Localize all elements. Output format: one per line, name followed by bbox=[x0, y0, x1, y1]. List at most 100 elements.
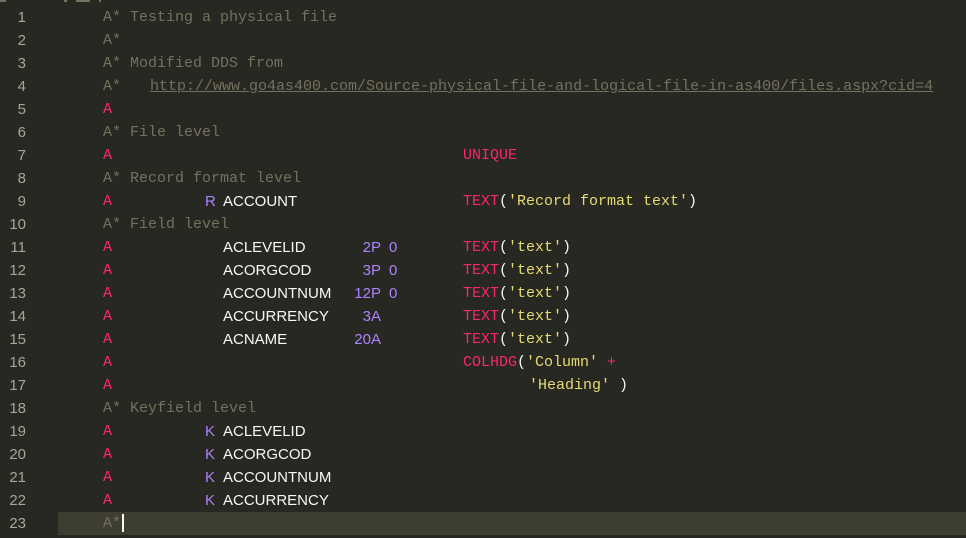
string-literal: 'Record format text' bbox=[508, 193, 689, 210]
field-decimals: 0 bbox=[389, 239, 398, 256]
code-line[interactable]: 14 A ACCURRENCY 3A TEXT('text') bbox=[0, 305, 966, 328]
field-name: ACCOUNT bbox=[223, 193, 298, 210]
line-number: 6 bbox=[17, 124, 26, 141]
line-number: 11 bbox=[10, 239, 26, 256]
field-name: ACLEVELID bbox=[223, 423, 306, 440]
dds-keyword: TEXT bbox=[463, 239, 500, 256]
line-number: 20 bbox=[9, 446, 26, 463]
code-editor[interactable]: 1 A* Testing a physical file 2 A* 3 A* Modifi… bbox=[0, 0, 966, 538]
close-paren: ) bbox=[619, 377, 629, 394]
record-type: K bbox=[205, 492, 216, 509]
line-number: 3 bbox=[17, 55, 26, 72]
dds-keyword: TEXT bbox=[463, 262, 500, 279]
spec-letter: A bbox=[103, 331, 113, 348]
string-literal: 'Heading' bbox=[529, 377, 611, 394]
line-number: 15 bbox=[9, 331, 26, 348]
dds-keyword: COLHDG bbox=[463, 354, 518, 371]
field-length: 2P bbox=[362, 239, 381, 256]
comment-spec: A* bbox=[103, 400, 122, 417]
line-number: 10 bbox=[9, 216, 26, 233]
line-number: 1 bbox=[17, 9, 26, 26]
comment-spec: A* bbox=[103, 515, 122, 532]
comment-spec: A* bbox=[103, 32, 122, 49]
open-paren: ( bbox=[499, 308, 509, 325]
comment-spec: A* bbox=[103, 216, 122, 233]
dds-keyword: TEXT bbox=[463, 193, 500, 210]
spec-letter: A bbox=[103, 193, 113, 210]
string-literal: 'Column' bbox=[526, 354, 599, 371]
code-line[interactable]: 10 A* Field level bbox=[0, 213, 966, 236]
code-line[interactable]: 18 A* Keyfield level bbox=[0, 397, 966, 420]
close-paren: ) bbox=[562, 331, 572, 348]
comment-text: Keyfield level bbox=[121, 400, 257, 417]
line-number: 21 bbox=[9, 469, 26, 486]
field-name: ACCURRENCY bbox=[223, 308, 329, 325]
field-length: 20A bbox=[354, 331, 381, 348]
field-length: 3A bbox=[362, 308, 381, 325]
field-decimals: 0 bbox=[389, 262, 398, 279]
source-url-link[interactable]: http://www.go4as400.com/Source-physical-… bbox=[150, 75, 933, 98]
comment-spec: A* bbox=[103, 9, 122, 26]
code-line[interactable]: 19 A K ACLEVELID bbox=[0, 420, 966, 443]
code-line[interactable]: 13 A ACCOUNTNUM 12P 0 TEXT('text') bbox=[0, 282, 966, 305]
code-line[interactable]: 2 A* bbox=[0, 29, 966, 52]
line-number: 8 bbox=[17, 170, 26, 187]
code-line[interactable]: 21 A K ACCOUNTNUM bbox=[0, 466, 966, 489]
record-type: K bbox=[205, 469, 216, 486]
spec-letter: A bbox=[103, 147, 113, 164]
field-length: 3P bbox=[362, 262, 381, 279]
line-number: 13 bbox=[9, 285, 26, 302]
spec-letter: A bbox=[103, 446, 113, 463]
code-line[interactable]: 17 A 'Heading') bbox=[0, 374, 966, 397]
spec-letter: A bbox=[103, 285, 113, 302]
code-line[interactable]: 4 A* http://www.go4as400.com/Source-physic… bbox=[0, 75, 966, 98]
code-line[interactable]: 23 A* bbox=[0, 512, 966, 535]
open-paren: ( bbox=[499, 193, 509, 210]
spec-letter: A bbox=[103, 262, 113, 279]
code-line[interactable]: 8 A* Record format level bbox=[0, 167, 966, 190]
comment-text: Testing a physical file bbox=[121, 9, 338, 26]
code-line[interactable]: 20 A K ACORGCOD bbox=[0, 443, 966, 466]
comment-text: Modified DDS from bbox=[121, 55, 284, 72]
code-line[interactable]: 1 A* Testing a physical file bbox=[0, 6, 966, 29]
comment-spec: A* bbox=[103, 78, 122, 95]
code-line[interactable]: 12 A ACORGCOD 3P 0 TEXT('text') bbox=[0, 259, 966, 282]
line-number: 14 bbox=[9, 308, 26, 325]
close-paren: ) bbox=[688, 193, 698, 210]
spec-letter: A bbox=[103, 308, 113, 325]
editor-top-edge bbox=[0, 0, 966, 3]
field-name: ACCOUNTNUM bbox=[223, 469, 332, 486]
spec-letter: A bbox=[103, 469, 113, 486]
field-decimals: 0 bbox=[389, 285, 398, 302]
field-name: ACCURRENCY bbox=[223, 492, 329, 509]
line-number: 17 bbox=[9, 377, 26, 394]
string-literal: 'text' bbox=[508, 262, 563, 279]
code-line[interactable]: 15 A ACNAME 20A TEXT('text') bbox=[0, 328, 966, 351]
comment-spec: A* bbox=[103, 124, 122, 141]
line-number: 12 bbox=[9, 262, 26, 279]
close-paren: ) bbox=[562, 262, 572, 279]
code-line[interactable]: 3 A* Modified DDS from bbox=[0, 52, 966, 75]
code-line[interactable]: 11 A ACLEVELID 2P 0 TEXT('text') bbox=[0, 236, 966, 259]
code-line[interactable]: 5A bbox=[0, 98, 966, 121]
code-line[interactable]: 6 A* File level bbox=[0, 121, 966, 144]
close-paren: ) bbox=[562, 285, 572, 302]
code-line[interactable]: 22 A K ACCURRENCY bbox=[0, 489, 966, 512]
record-type: K bbox=[205, 446, 216, 463]
line-number: 7 bbox=[17, 147, 26, 164]
code-line[interactable]: 16 A COLHDG('Column' + bbox=[0, 351, 966, 374]
spec-letter: A bbox=[103, 239, 113, 256]
comment-spec: A* bbox=[103, 55, 122, 72]
spec-letter: A bbox=[103, 492, 113, 509]
open-paren: ( bbox=[499, 262, 509, 279]
code-line[interactable]: 7 A UNIQUE bbox=[0, 144, 966, 167]
continuation-plus: + bbox=[607, 354, 617, 371]
open-paren: ( bbox=[499, 239, 509, 256]
field-name: ACORGCOD bbox=[223, 446, 312, 463]
line-number: 9 bbox=[17, 193, 26, 210]
dds-keyword: TEXT bbox=[463, 308, 500, 325]
code-line[interactable]: 9 A R ACCOUNT TEXT('Record format text') bbox=[0, 190, 966, 213]
line-number: 2 bbox=[17, 32, 26, 49]
dds-keyword: UNIQUE bbox=[463, 147, 518, 164]
dds-keyword: TEXT bbox=[463, 285, 500, 302]
